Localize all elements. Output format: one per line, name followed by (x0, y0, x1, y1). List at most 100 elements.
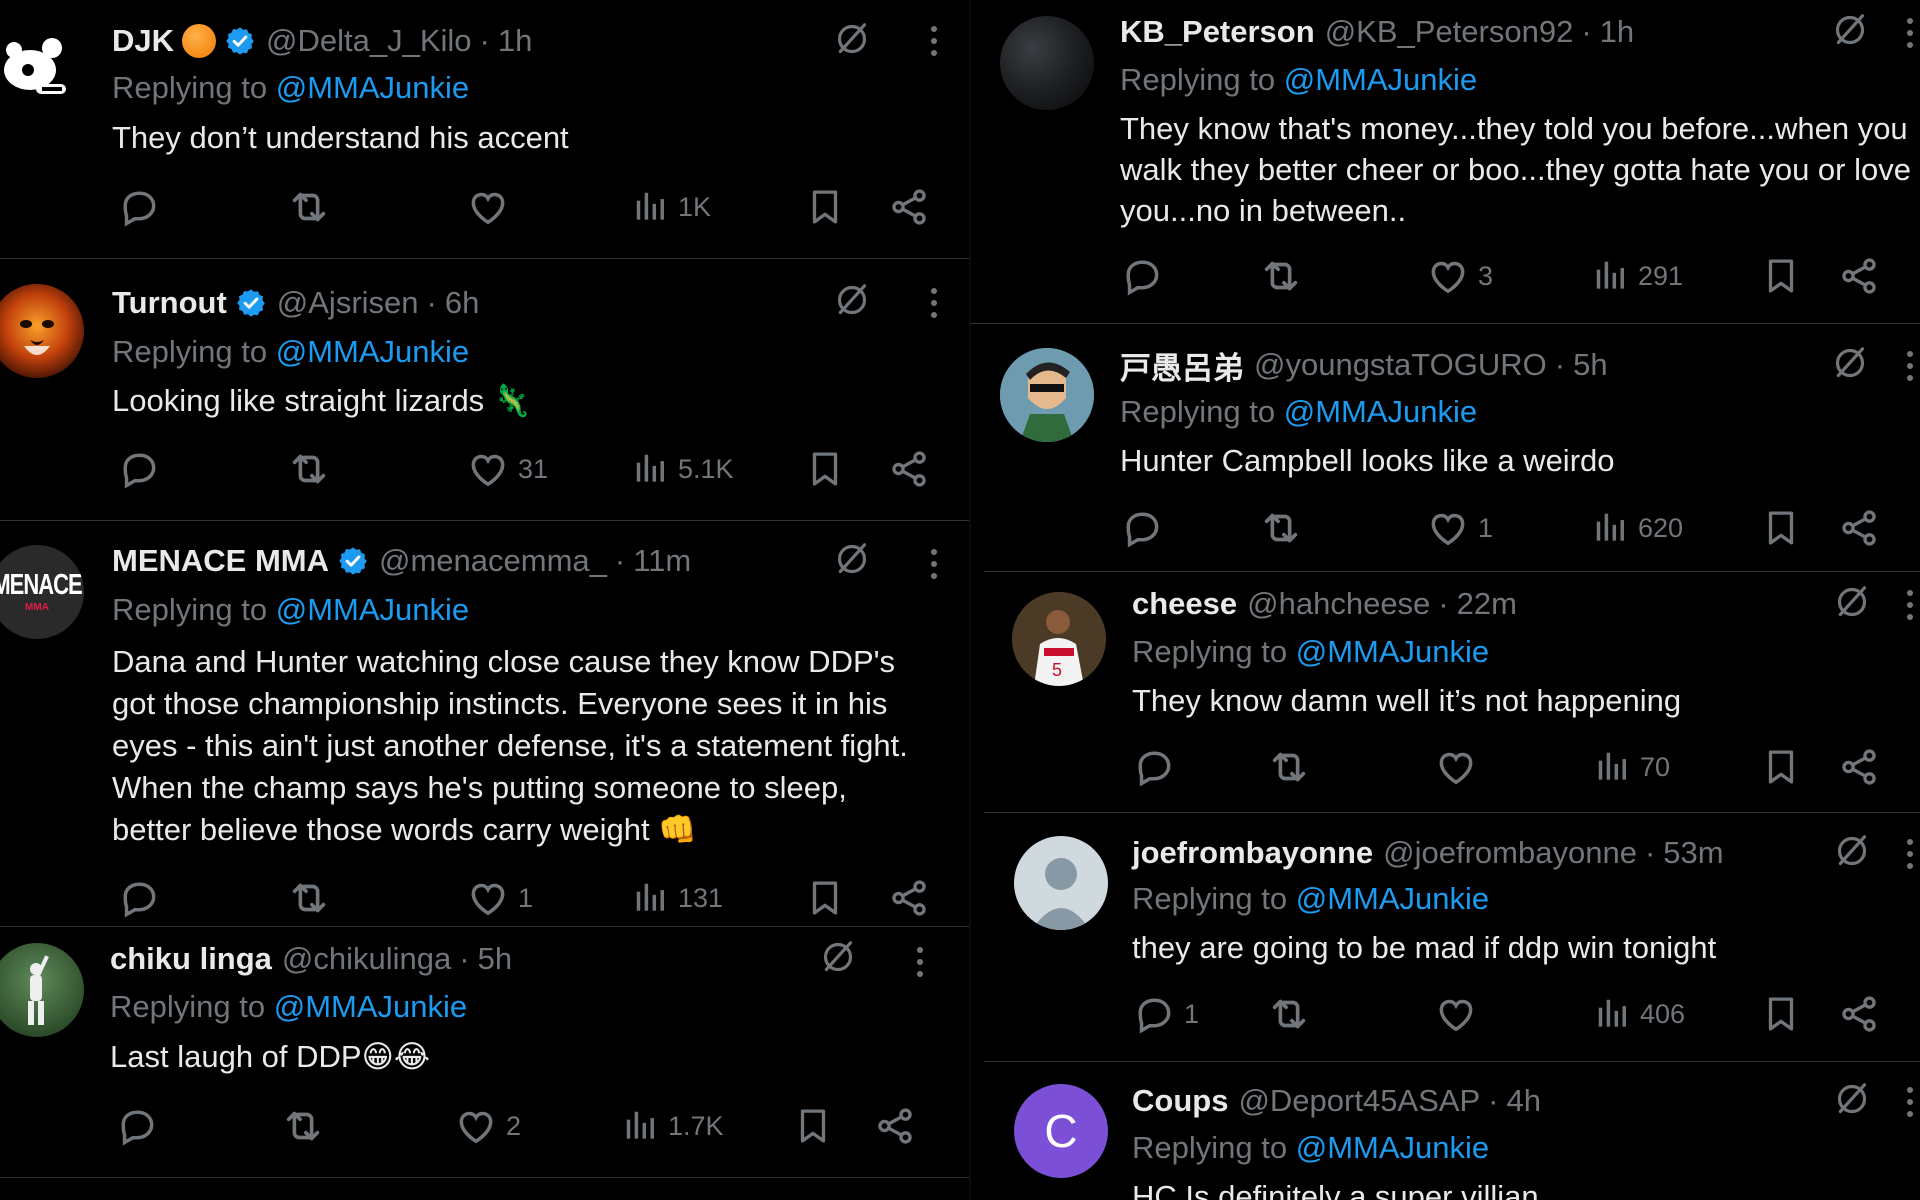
author-name[interactable]: 戸愚呂弟 (1120, 343, 1244, 388)
more-options-icon[interactable] (916, 947, 924, 983)
tweet-card[interactable]: KB_Peterson @KB_Peterson92 · 1h Replying… (970, 0, 1920, 323)
views-button[interactable]: 5.1K (632, 446, 734, 492)
share-button[interactable] (888, 184, 930, 230)
views-button[interactable]: 406 (1594, 991, 1685, 1037)
grok-icon[interactable] (818, 937, 858, 977)
mention-link[interactable]: @MMAJunkie (276, 334, 469, 369)
post-time[interactable]: 6h (445, 285, 479, 321)
author-handle[interactable]: @joefrombayonne (1383, 835, 1637, 871)
tweet-card[interactable]: joefrombayonne @joefrombayonne · 53m Rep… (970, 813, 1920, 1061)
share-button[interactable] (888, 446, 930, 492)
author-name[interactable]: cheese (1132, 586, 1237, 622)
repost-button[interactable] (286, 446, 340, 492)
like-button[interactable]: 1 (466, 875, 533, 921)
like-button[interactable] (1434, 991, 1486, 1037)
mention-link[interactable]: @MMAJunkie (274, 989, 467, 1024)
share-button[interactable] (1838, 744, 1880, 790)
like-button[interactable]: 31 (466, 446, 548, 492)
author-handle[interactable]: @youngstaTOGURO (1254, 347, 1547, 383)
grok-icon[interactable] (832, 19, 872, 59)
views-button[interactable]: 291 (1592, 253, 1683, 299)
author-name[interactable]: KB_Peterson (1120, 14, 1315, 50)
post-time[interactable]: 53m (1663, 835, 1723, 871)
author-name[interactable]: DJK (112, 23, 174, 59)
author-handle[interactable]: @chikulinga (282, 941, 451, 977)
author-handle[interactable]: @Deport45ASAP (1238, 1083, 1480, 1119)
more-options-icon[interactable] (1906, 590, 1914, 626)
tweet-card[interactable]: chiku linga @chikulinga · 5h Replying to… (0, 927, 970, 1177)
mention-link[interactable]: @MMAJunkie (276, 592, 469, 627)
grok-icon[interactable] (1830, 343, 1870, 383)
doodle-avatar-icon[interactable] (0, 20, 84, 114)
like-button[interactable]: 3 (1426, 253, 1493, 299)
share-button[interactable] (874, 1103, 916, 1149)
author-name[interactable]: Turnout (112, 285, 227, 321)
more-options-icon[interactable] (1906, 839, 1914, 875)
letter-avatar[interactable]: C (1014, 1084, 1108, 1178)
repost-button[interactable] (1266, 744, 1320, 790)
grok-icon[interactable] (1832, 1079, 1872, 1119)
like-button[interactable] (466, 184, 518, 230)
author-name[interactable]: MENACE MMA (112, 543, 329, 579)
grok-icon[interactable] (1832, 582, 1872, 622)
author-handle[interactable]: @menacemma_ (379, 543, 607, 579)
post-time[interactable]: 1h (1600, 14, 1634, 50)
author-handle[interactable]: @hahcheese (1247, 586, 1430, 622)
repost-button[interactable] (1266, 991, 1320, 1037)
bookmark-button[interactable] (1760, 744, 1802, 790)
mention-link[interactable]: @MMAJunkie (1284, 394, 1477, 429)
views-button[interactable]: 620 (1592, 505, 1683, 551)
bookmark-button[interactable] (1760, 505, 1802, 551)
author-handle[interactable]: @Delta_J_Kilo (266, 23, 472, 59)
author-name[interactable]: joefrombayonne (1132, 835, 1373, 871)
like-button[interactable]: 2 (454, 1103, 521, 1149)
more-options-icon[interactable] (930, 549, 938, 585)
author-name[interactable]: chiku linga (110, 941, 272, 977)
more-options-icon[interactable] (930, 26, 938, 62)
views-button[interactable]: 131 (632, 875, 723, 921)
post-time[interactable]: 1h (498, 23, 532, 59)
author-handle[interactable]: @KB_Peterson92 (1325, 14, 1574, 50)
post-time[interactable]: 5h (478, 941, 512, 977)
tweet-card[interactable]: Turnout @Ajsrisen · 6h Replying to @MMAJ… (0, 259, 970, 520)
bookmark-button[interactable] (792, 1103, 834, 1149)
mention-link[interactable]: @MMAJunkie (1284, 62, 1477, 97)
grok-icon[interactable] (1830, 10, 1870, 50)
football-player-avatar-icon[interactable]: 5 (1012, 592, 1106, 686)
tweet-card[interactable]: DJK @Delta_J_Kilo · 1h Replying to @MMAJ… (0, 0, 970, 258)
repost-button[interactable] (1258, 253, 1312, 299)
mention-link[interactable]: @MMAJunkie (1296, 881, 1489, 916)
grok-icon[interactable] (1832, 831, 1872, 871)
more-options-icon[interactable] (1906, 1087, 1914, 1123)
anime-character-avatar-icon[interactable] (1000, 348, 1094, 442)
reply-button[interactable] (1132, 744, 1184, 790)
menace-logo-avatar[interactable]: MENACE MMA (0, 545, 84, 639)
views-button[interactable]: 70 (1594, 744, 1670, 790)
reply-button[interactable] (117, 184, 169, 230)
bookmark-button[interactable] (804, 875, 846, 921)
cricket-player-avatar-icon[interactable] (0, 943, 84, 1037)
bookmark-button[interactable] (1760, 991, 1802, 1037)
bookmark-button[interactable] (804, 446, 846, 492)
tweet-card[interactable]: C Coups @Deport45ASAP · 4h Replying to @… (970, 1062, 1920, 1200)
like-button[interactable]: 1 (1426, 505, 1493, 551)
author-name[interactable]: Coups (1132, 1083, 1228, 1119)
reply-button[interactable] (117, 446, 169, 492)
views-button[interactable]: 1K (632, 184, 711, 230)
lion-avatar-icon[interactable] (0, 284, 84, 378)
post-time[interactable]: 4h (1506, 1083, 1540, 1119)
repost-button[interactable] (286, 184, 340, 230)
tweet-card[interactable]: 戸愚呂弟 @youngstaTOGURO · 5h Replying to @M… (970, 324, 1920, 571)
share-button[interactable] (888, 875, 930, 921)
post-time[interactable]: 11m (633, 543, 691, 579)
like-button[interactable] (1434, 744, 1486, 790)
post-time[interactable]: 22m (1457, 586, 1517, 622)
bookmark-button[interactable] (804, 184, 846, 230)
more-options-icon[interactable] (1906, 351, 1914, 387)
grok-icon[interactable] (832, 539, 872, 579)
author-handle[interactable]: @Ajsrisen (277, 285, 419, 321)
more-options-icon[interactable] (930, 288, 938, 324)
views-button[interactable]: 1.7K (622, 1103, 724, 1149)
reply-button[interactable] (117, 875, 169, 921)
more-options-icon[interactable] (1906, 18, 1914, 54)
